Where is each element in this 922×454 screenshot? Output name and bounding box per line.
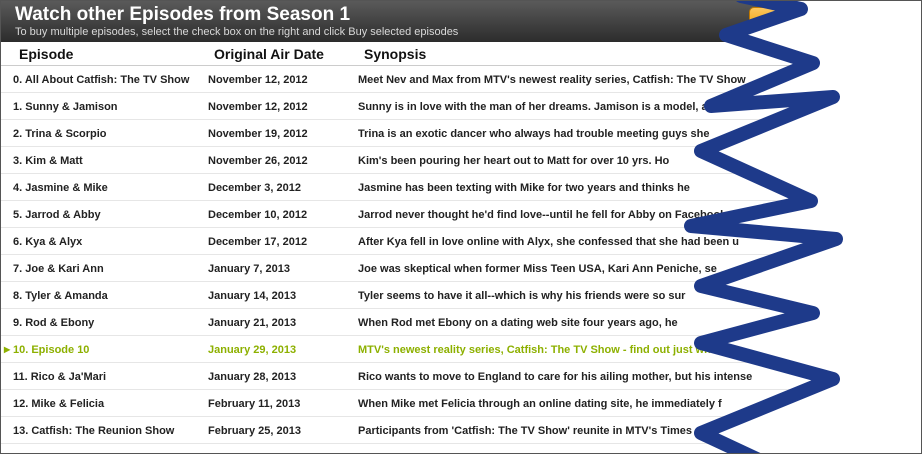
episode-row: 3. Kim & Matt November 26, 2012 Kim's been… xyxy=(1,147,921,174)
episode-title-link[interactable]: 1. Sunny & Jamison xyxy=(13,93,198,120)
episode-select-checkbox[interactable] xyxy=(895,127,908,140)
episode-select-checkbox[interactable] xyxy=(895,208,908,221)
episode-title-link[interactable]: 7. Joe & Kari Ann xyxy=(13,255,198,282)
episode-title-link[interactable]: 0. All About Catfish: The TV Show xyxy=(13,66,198,93)
episode-title-link[interactable]: 3. Kim & Matt xyxy=(13,147,198,174)
episode-synopsis: Participants from 'Catfish: The TV Show'… xyxy=(358,424,693,437)
episode-row: 13. Catfish: The Reunion Show February 25… xyxy=(1,417,921,444)
episode-title-link[interactable]: 10. Episode 10 xyxy=(13,336,198,363)
episode-air-date: January 28, 2013 xyxy=(208,370,297,383)
episode-title-link[interactable]: 5. Jarrod & Abby xyxy=(13,201,198,228)
episode-air-date: February 25, 2013 xyxy=(208,424,301,437)
episode-row: 7. Joe & Kari Ann January 7, 2013 Joe was … xyxy=(1,255,921,282)
episode-air-date: January 21, 2013 xyxy=(208,316,297,329)
episode-select-checkbox[interactable] xyxy=(895,289,908,302)
episode-air-date: December 3, 2012 xyxy=(208,181,301,194)
episode-price[interactable]: FREE xyxy=(852,66,881,93)
column-header-synopsis: Synopsis xyxy=(364,46,427,62)
episode-row: 1. Sunny & Jamison November 12, 2012 Sunny… xyxy=(1,93,921,120)
episode-select-checkbox[interactable] xyxy=(895,316,908,329)
episode-price[interactable]: $1.99 xyxy=(853,93,881,120)
episode-row: 5. Jarrod & Abby December 10, 2012 Jarrod … xyxy=(1,201,921,228)
episode-synopsis: After Kya fell in love online with Alyx,… xyxy=(358,235,740,248)
episode-price[interactable]: $1.99 xyxy=(853,255,881,282)
episode-title-link[interactable]: 4. Jasmine & Mike xyxy=(13,174,198,201)
episode-air-date: November 19, 2012 xyxy=(208,127,308,140)
episode-synopsis: When Rod met Ebony on a dating web site … xyxy=(358,316,678,329)
episode-air-date: February 11, 2013 xyxy=(208,397,301,410)
season-title: Watch other Episodes from Season 1 xyxy=(15,4,351,25)
episode-price[interactable]: $1.99 xyxy=(853,282,881,309)
episode-air-date: November 12, 2012 xyxy=(208,73,308,86)
episode-synopsis: MTV's newest reality series, Catfish: Th… xyxy=(358,343,725,356)
episode-air-date: January 14, 2013 xyxy=(208,289,297,302)
episode-price[interactable]: $1.99 xyxy=(853,390,881,417)
episode-row: 11. Rico & Ja'Mari January 28, 2013 Rico w… xyxy=(1,363,921,390)
episode-select-checkbox[interactable] xyxy=(895,100,908,113)
season-instructions: To buy multiple episodes, select the che… xyxy=(15,26,459,38)
episode-row: 8. Tyler & Amanda January 14, 2013 Tyler s… xyxy=(1,282,921,309)
episode-synopsis: Kim's been pouring her heart out to Matt… xyxy=(358,154,670,167)
episode-price[interactable]: $1.99 xyxy=(853,417,881,444)
episode-synopsis: Tyler seems to have it all--which is why… xyxy=(358,289,686,302)
episode-select-checkbox[interactable] xyxy=(895,73,908,86)
episode-price[interactable]: $1.99 xyxy=(853,228,881,255)
column-header-price: Price xyxy=(846,46,881,62)
episode-price[interactable]: $1.99 xyxy=(853,120,881,147)
episode-synopsis: Jasmine has been texting with Mike for t… xyxy=(358,181,690,194)
episode-title-link[interactable]: 8. Tyler & Amanda xyxy=(13,282,198,309)
episode-synopsis: Meet Nev and Max from MTV's newest reali… xyxy=(358,73,746,86)
current-episode-arrow-icon: ▶ xyxy=(4,345,11,354)
episode-title-link[interactable]: 9. Rod & Ebony xyxy=(13,309,198,336)
row-divider xyxy=(1,443,921,444)
season-header: Watch other Episodes from Season 1 To bu… xyxy=(1,1,921,42)
episode-title-link[interactable]: 2. Trina & Scorpio xyxy=(13,120,198,147)
episode-air-date: December 10, 2012 xyxy=(208,208,308,221)
episode-row: 9. Rod & Ebony January 21, 2013 When Rod m… xyxy=(1,309,921,336)
episode-row: 2. Trina & Scorpio November 19, 2012 Trina… xyxy=(1,120,921,147)
select-all-checkbox[interactable] xyxy=(895,49,908,62)
episode-synopsis: Sunny is in love with the man of her dre… xyxy=(358,100,737,113)
episode-select-checkbox[interactable] xyxy=(895,154,908,167)
episode-list-panel: Watch other Episodes from Season 1 To bu… xyxy=(0,0,922,454)
episode-price[interactable]: $1.99 xyxy=(853,147,881,174)
episode-synopsis: Joe was skeptical when former Miss Teen … xyxy=(358,262,717,275)
episode-select-checkbox[interactable] xyxy=(895,370,908,383)
episode-title-link[interactable]: 11. Rico & Ja'Mari xyxy=(13,363,198,390)
episode-select-checkbox[interactable] xyxy=(895,262,908,275)
episode-air-date: November 12, 2012 xyxy=(208,100,308,113)
episode-row: 4. Jasmine & Mike December 3, 2012 Jasmine… xyxy=(1,174,921,201)
episode-price[interactable]: $1.99 xyxy=(853,201,881,228)
episode-synopsis: Trina is an exotic dancer who always had… xyxy=(358,127,710,140)
episode-air-date: November 26, 2012 xyxy=(208,154,308,167)
episode-select-checkbox[interactable] xyxy=(895,424,908,437)
episode-price: Not available xyxy=(813,343,881,356)
column-header-episode: Episode xyxy=(19,46,74,62)
episode-air-date: December 17, 2012 xyxy=(208,235,308,248)
episode-price[interactable]: $1.99 xyxy=(853,309,881,336)
episode-synopsis: Jarrod never thought he'd find love--unt… xyxy=(358,208,730,221)
episode-price[interactable]: $1.99 xyxy=(853,174,881,201)
episode-row: 0. All About Catfish: The TV Show Novembe… xyxy=(1,66,921,93)
episode-row: ▶ 10. Episode 10 January 29, 2013 MTV's new… xyxy=(1,336,921,363)
episode-price[interactable]: $1.99 xyxy=(853,363,881,390)
episode-row: 12. Mike & Felicia February 11, 2013 When … xyxy=(1,390,921,417)
episode-synopsis: Rico wants to move to England to care fo… xyxy=(358,370,753,383)
episode-air-date: January 29, 2013 xyxy=(208,343,297,356)
episode-title-link[interactable]: 13. Catfish: The Reunion Show xyxy=(13,417,198,444)
episode-synopsis: When Mike met Felicia through an online … xyxy=(358,397,722,410)
episode-title-link[interactable]: 12. Mike & Felicia xyxy=(13,390,198,417)
episode-row: 6. Kya & Alyx December 17, 2012 After Kya … xyxy=(1,228,921,255)
episode-select-checkbox[interactable] xyxy=(895,235,908,248)
buy-selected-episodes-button[interactable]: pisodes with 1-Click® xyxy=(749,7,911,31)
episode-select-checkbox[interactable] xyxy=(895,181,908,194)
episode-air-date: January 7, 2013 xyxy=(208,262,290,275)
episode-title-link[interactable]: 6. Kya & Alyx xyxy=(13,228,198,255)
column-header-air-date: Original Air Date xyxy=(214,46,324,62)
episode-select-checkbox[interactable] xyxy=(895,397,908,410)
